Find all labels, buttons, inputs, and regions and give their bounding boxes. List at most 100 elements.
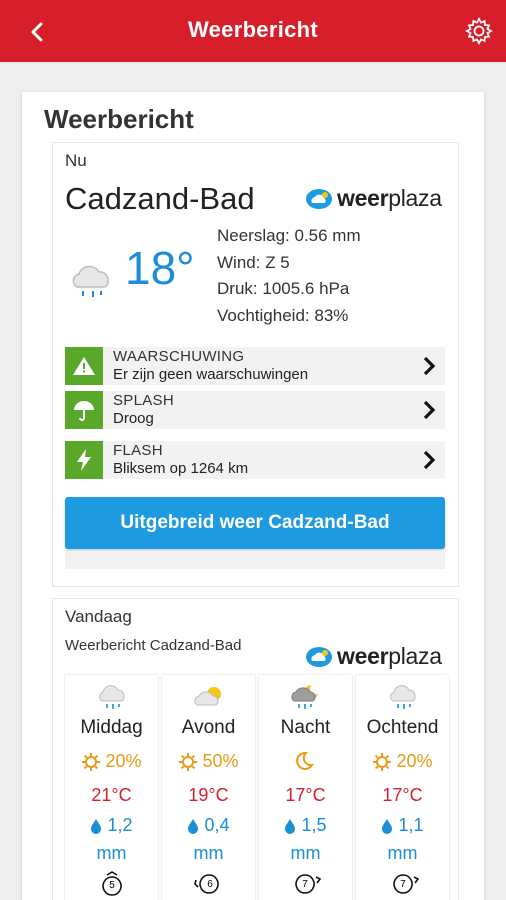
wind-force: 6 xyxy=(207,879,213,890)
period-temperature: 17°C xyxy=(382,785,423,805)
rain-value: 1,5 xyxy=(301,815,327,835)
forecast-column-avond[interactable]: Avond 50% 19°C 0,4 mm 6 xyxy=(162,675,255,900)
card-title: Weerbericht xyxy=(44,104,194,134)
period-name: Avond xyxy=(181,717,236,738)
raindrop-icon xyxy=(188,818,199,834)
logo-part-weer: weer xyxy=(337,643,389,669)
rain-unit: mm xyxy=(387,843,418,863)
period-temperature: 21°C xyxy=(91,785,132,805)
detail-value: Z 5 xyxy=(265,252,290,272)
cloud-rain-icon xyxy=(65,683,158,713)
period-temperature: 17°C xyxy=(285,785,326,805)
period-name: Nacht xyxy=(280,717,331,738)
forecast-columns: Middag 20% 21°C 1,2 mm 5 Avond 50% 19°C … xyxy=(65,675,450,900)
current-weather-panel: Nu Cadzand-Bad weerplaza 18° Neerslag: 0… xyxy=(52,142,459,587)
precip-chance: 20% xyxy=(356,751,449,772)
alert-title: WAARSCHUWING xyxy=(113,348,245,365)
detail-value: 0.56 mm xyxy=(294,226,361,245)
precip-chance: 50% xyxy=(162,751,255,772)
detail-label: Neerslag: xyxy=(217,226,290,245)
gear-icon[interactable] xyxy=(464,16,494,46)
rain-value: 1,1 xyxy=(398,815,424,835)
detail-vochtigheid: Vochtigheid: 83% xyxy=(217,303,361,330)
period-name: Ochtend xyxy=(366,717,439,738)
sun-icon xyxy=(373,752,392,771)
alert-text: FLASH Bliksem op 1264 km xyxy=(113,442,417,478)
logo-part-plaza: plaza xyxy=(388,185,442,211)
wind-force: 7 xyxy=(400,879,406,890)
weerplaza-logo-icon xyxy=(306,646,332,667)
detail-label: Druk: xyxy=(217,279,258,298)
detail-label: Wind: xyxy=(217,252,261,272)
city-name: Cadzand-Bad xyxy=(65,181,255,216)
alert-flash[interactable]: FLASH Bliksem op 1264 km xyxy=(65,441,445,479)
alert-title: SPLASH xyxy=(113,392,174,409)
alert-splash[interactable]: SPLASH Droog xyxy=(65,391,445,429)
rain-amount: 1,5 xyxy=(259,815,352,836)
precip-value: 20% xyxy=(105,751,142,771)
forecast-column-middag[interactable]: Middag 20% 21°C 1,2 mm 5 xyxy=(65,675,158,900)
rain-value: 1,2 xyxy=(107,815,133,835)
alert-description: Er zijn geen waarschuwingen xyxy=(113,366,309,383)
rain-amount: 1,1 xyxy=(356,815,449,836)
logo-wordmark: weerplaza xyxy=(337,643,442,670)
logo-part-weer: weer xyxy=(337,185,389,211)
raindrop-icon xyxy=(285,818,296,834)
sun-cloud-icon xyxy=(162,683,255,713)
weerplaza-logo: weerplaza xyxy=(305,185,442,212)
sun-icon xyxy=(82,752,101,771)
divider xyxy=(65,551,445,569)
logo-part-plaza: plaza xyxy=(388,643,442,669)
chevron-right-icon xyxy=(417,354,441,378)
weather-details: Neerslag: 0.56 mm Wind: Z 5 Druk: 1005.6… xyxy=(217,223,361,329)
forecast-column-nacht[interactable]: Nacht 17°C 1,5 mm 7 xyxy=(259,675,352,900)
detail-wind: Wind: Z 5 xyxy=(217,250,361,277)
precip-chance: 20% xyxy=(65,751,158,772)
extended-weather-button[interactable]: Uitgebreid weer Cadzand-Bad xyxy=(65,497,445,549)
precip-value: 20% xyxy=(396,751,433,771)
precip-value: 50% xyxy=(202,751,239,771)
weerplaza-logo: weerplaza xyxy=(305,643,442,670)
weerplaza-logo-icon xyxy=(306,188,332,209)
detail-value: 83% xyxy=(314,305,349,325)
wind-direction-icon: 7 xyxy=(356,871,449,897)
app-bar: Weerbericht xyxy=(0,0,506,62)
alert-description: Bliksem op 1264 km xyxy=(113,460,249,477)
alert-description: Droog xyxy=(113,410,154,427)
moon-icon xyxy=(295,751,314,770)
cloud-rain-icon xyxy=(356,683,449,713)
today-label: Vandaag xyxy=(65,607,132,626)
detail-druk: Druk: 1005.6 hPa xyxy=(217,276,361,303)
alert-title: FLASH xyxy=(113,442,163,459)
rain-unit: mm xyxy=(193,843,224,863)
detail-value: 1005.6 hPa xyxy=(262,279,350,298)
wind-force: 5 xyxy=(109,880,115,891)
forecast-title: Weerbericht Cadzand-Bad xyxy=(65,637,242,654)
lightning-icon xyxy=(65,441,103,479)
raindrop-icon xyxy=(91,818,102,834)
forecast-column-ochtend[interactable]: Ochtend 20% 17°C 1,1 mm 7 xyxy=(356,675,449,900)
sun-icon xyxy=(179,752,198,771)
detail-neerslag: Neerslag: 0.56 mm xyxy=(217,223,361,250)
alert-waarschuwing[interactable]: WAARSCHUWING Er zijn geen waarschuwingen xyxy=(65,347,445,385)
page-title: Weerbericht xyxy=(187,17,319,42)
cloud-rain-icon xyxy=(67,261,117,301)
precip-chance xyxy=(259,751,352,771)
wind-direction-icon: 7 xyxy=(259,871,352,897)
now-label: Nu xyxy=(65,151,87,170)
detail-label: Vochtigheid: xyxy=(217,305,310,325)
current-temperature: 18° xyxy=(125,242,195,294)
chevron-right-icon xyxy=(417,448,441,472)
moon-cloud-rain-icon xyxy=(259,683,352,713)
wind-direction-icon: 5 xyxy=(65,871,158,897)
umbrella-icon xyxy=(65,391,103,429)
rain-unit: mm xyxy=(290,843,321,863)
weather-card: Weerbericht Nu Cadzand-Bad weerplaza 18°… xyxy=(22,92,484,900)
raindrop-icon xyxy=(382,818,393,834)
alert-text: SPLASH Droog xyxy=(113,392,417,428)
alert-text: WAARSCHUWING Er zijn geen waarschuwingen xyxy=(113,348,417,384)
wind-direction-icon: 6 xyxy=(162,871,255,897)
rain-unit: mm xyxy=(96,843,127,863)
wind-force: 7 xyxy=(302,879,308,890)
today-forecast-panel: Vandaag Weerbericht Cadzand-Bad weerplaz… xyxy=(52,598,459,900)
